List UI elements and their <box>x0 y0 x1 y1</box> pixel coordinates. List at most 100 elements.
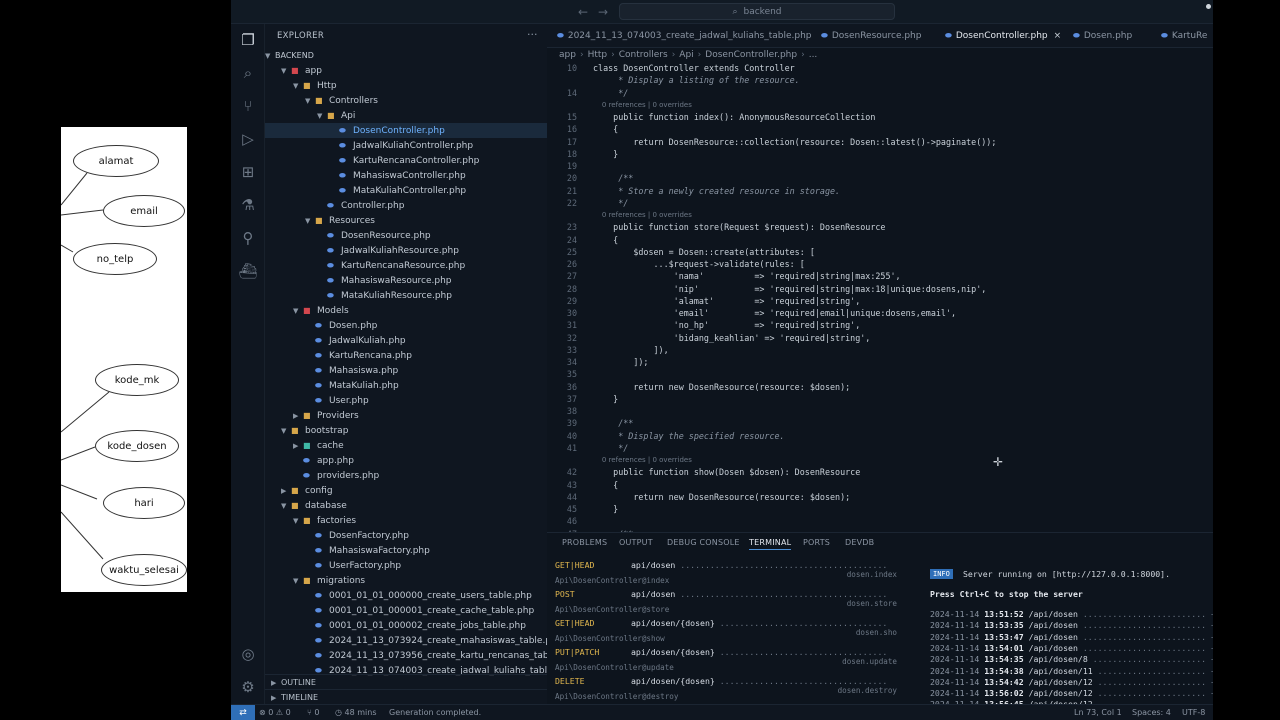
file-item[interactable]: ⬬ MataKuliahResource.php <box>265 288 547 303</box>
breadcrumb-item[interactable]: Controllers <box>619 50 668 60</box>
line-text: } <box>593 393 619 404</box>
file-item[interactable]: ⬬ providers.php <box>265 468 547 483</box>
back-arrow-icon[interactable]: ← <box>578 5 588 19</box>
file-item[interactable]: ⬬ JadwalKuliah.php <box>265 333 547 348</box>
line-number: 30 <box>566 308 577 318</box>
file-item[interactable]: ⬬ 2024_11_13_073956_create_kartu_rencanas… <box>265 648 547 663</box>
code-line: 36 return new DosenResource(resource: $d… <box>547 381 1213 393</box>
source-control-icon[interactable]: ⑂ <box>238 96 258 116</box>
indentation[interactable]: Spaces: 4 <box>1132 708 1171 717</box>
errors-indicator[interactable]: ⊗ 0 ⚠ 0 <box>259 708 291 717</box>
encoding[interactable]: UTF-8 <box>1182 708 1205 717</box>
testing-icon[interactable]: ⚗ <box>238 195 258 215</box>
folder-item[interactable]: ▼ ■ factories <box>265 513 547 528</box>
file-item[interactable]: ⬬ DosenResource.php <box>265 228 547 243</box>
file-item[interactable]: ⬬ DosenFactory.php <box>265 528 547 543</box>
folder-item[interactable]: ▼ ■ database <box>265 498 547 513</box>
folder-item[interactable]: ▼ ■ app <box>265 63 547 78</box>
folder-item[interactable]: ▼ ■ Api <box>265 108 547 123</box>
folder-item[interactable]: ▼ ■ Models <box>265 303 547 318</box>
breadcrumb-item[interactable]: DosenController.php <box>705 50 797 60</box>
file-item[interactable]: ⬬ MahasiswaController.php <box>265 168 547 183</box>
folder-item[interactable]: ▶ ■ cache <box>265 438 547 453</box>
chevron-down-icon: ▼ <box>317 112 323 120</box>
file-item[interactable]: ⬬ KartuRencanaResource.php <box>265 258 547 273</box>
folder-item[interactable]: ▶ ■ config <box>265 483 547 498</box>
remote-indicator-icon[interactable]: ⇄ <box>231 705 255 720</box>
folder-item[interactable]: ▼ ■ migrations <box>265 573 547 588</box>
run-debug-icon[interactable]: ▷ <box>238 129 258 149</box>
tree-root[interactable]: ▼ BACKEND <box>265 48 314 63</box>
file-item[interactable]: ⬬ MataKuliah.php <box>265 378 547 393</box>
breadcrumb-item[interactable]: Http <box>588 50 608 60</box>
erd-attr-alamat: alamat <box>73 145 159 177</box>
file-item[interactable]: ⬬ KartuRencana.php <box>265 348 547 363</box>
code-line: 25 $dosen = Dosen::create(attributes: [ <box>547 246 1213 258</box>
panel-tab[interactable]: TERMINAL <box>749 538 792 550</box>
file-item[interactable]: ⬬ KartuRencanaController.php <box>265 153 547 168</box>
cursor-position[interactable]: Ln 73, Col 1 <box>1074 708 1122 717</box>
timeline-section[interactable]: ▶ TIMELINE <box>265 689 547 704</box>
file-item[interactable]: ⬬ JadwalKuliahResource.php <box>265 243 547 258</box>
folder-item[interactable]: ▼ ■ bootstrap <box>265 423 547 438</box>
breadcrumb-item[interactable]: Api <box>679 50 693 60</box>
docker-icon[interactable]: ⛴ <box>238 261 258 281</box>
file-item[interactable]: ⬬ 2024_11_13_073924_create_mahasiswas_tab… <box>265 633 547 648</box>
file-item[interactable]: ⬬ 0001_01_01_000001_create_cache_table.ph… <box>265 603 547 618</box>
panel-tab[interactable]: PROBLEMS <box>562 538 607 547</box>
erd-attr-email: email <box>103 195 185 227</box>
ports-indicator[interactable]: ⑂ 0 <box>307 708 319 717</box>
explorer-icon[interactable]: ❐ <box>238 30 258 50</box>
panel-tab[interactable]: DEVDB <box>845 538 874 547</box>
log-dots: ...................... ~ 0 <box>1092 688 1213 699</box>
file-item[interactable]: ⬬ MahasiswaResource.php <box>265 273 547 288</box>
more-actions-icon[interactable]: ··· <box>527 28 538 41</box>
timer-indicator[interactable]: ◷ 48 mins <box>335 708 377 717</box>
server-terminal[interactable]: INFO Server running on [http://127.0.0.1… <box>925 560 1213 704</box>
file-item[interactable]: ⬬ DosenController.php <box>265 123 547 138</box>
log-date: 2024-11-14 <box>930 665 980 676</box>
breadcrumb-item[interactable]: app <box>559 50 576 60</box>
breadcrumb-item[interactable]: ... <box>809 50 818 60</box>
folder-item[interactable]: ▶ ■ Providers <box>265 408 547 423</box>
file-item[interactable]: ⬬ Dosen.php <box>265 318 547 333</box>
forward-arrow-icon[interactable]: → <box>598 5 608 19</box>
file-item[interactable]: ⬬ 0001_01_01_000000_create_users_table.ph… <box>265 588 547 603</box>
file-item[interactable]: ⬬ MataKuliahController.php <box>265 183 547 198</box>
file-item[interactable]: ⬬ Mahasiswa.php <box>265 363 547 378</box>
file-item[interactable]: ⬬ UserFactory.php <box>265 558 547 573</box>
editor-tab[interactable]: ⬬ Dosen.php <box>1067 24 1132 47</box>
file-item[interactable]: ⬬ User.php <box>265 393 547 408</box>
file-item[interactable]: ⬬ Controller.php <box>265 198 547 213</box>
close-icon[interactable]: × <box>1054 31 1062 41</box>
panel-tab[interactable]: DEBUG CONSOLE <box>667 538 740 547</box>
file-item[interactable]: ⬬ app.php <box>265 453 547 468</box>
code-line: 46 <box>547 515 1213 527</box>
folder-item[interactable]: ▼ ■ Resources <box>265 213 547 228</box>
file-item[interactable]: ⬬ JadwalKuliahController.php <box>265 138 547 153</box>
code-editor[interactable]: 10 class DosenController extends Controll… <box>547 62 1213 532</box>
chevron-right-icon: ▶ <box>281 487 287 495</box>
line-text: public function index(): AnonymousResour… <box>593 112 876 122</box>
log-time: 13:54:38 <box>984 665 1024 676</box>
editor-tab[interactable]: ⬬ KartuRe <box>1155 24 1207 47</box>
settings-gear-icon[interactable]: ⚙ <box>238 677 258 697</box>
remote-icon[interactable]: ⚲ <box>238 228 258 248</box>
chevron-down-icon: ▼ <box>293 307 299 315</box>
editor-tab[interactable]: ⬬ DosenController.php × <box>939 24 1062 47</box>
extensions-icon[interactable]: ⊞ <box>238 162 258 182</box>
account-icon[interactable]: ◎ <box>238 644 258 664</box>
outline-section[interactable]: ▶ OUTLINE <box>265 674 547 689</box>
editor-tab[interactable]: ⬬ DosenResource.php <box>815 24 921 47</box>
line-number: 38 <box>566 406 577 416</box>
code-line: 38 <box>547 405 1213 417</box>
search-icon[interactable]: ⌕ <box>238 63 258 83</box>
panel-tab[interactable]: PORTS <box>803 538 830 547</box>
file-item[interactable]: ⬬ 0001_01_01_000002_create_jobs_table.php <box>265 618 547 633</box>
file-item[interactable]: ⬬ MahasiswaFactory.php <box>265 543 547 558</box>
folder-item[interactable]: ▼ ■ Controllers <box>265 93 547 108</box>
editor-tab[interactable]: ⬬ 2024_11_13_074003_create_jadwal_kuliahs… <box>551 24 812 47</box>
command-center-search[interactable]: ⌕ backend <box>619 3 895 20</box>
panel-tab[interactable]: OUTPUT <box>619 538 653 547</box>
folder-item[interactable]: ▼ ■ Http <box>265 78 547 93</box>
